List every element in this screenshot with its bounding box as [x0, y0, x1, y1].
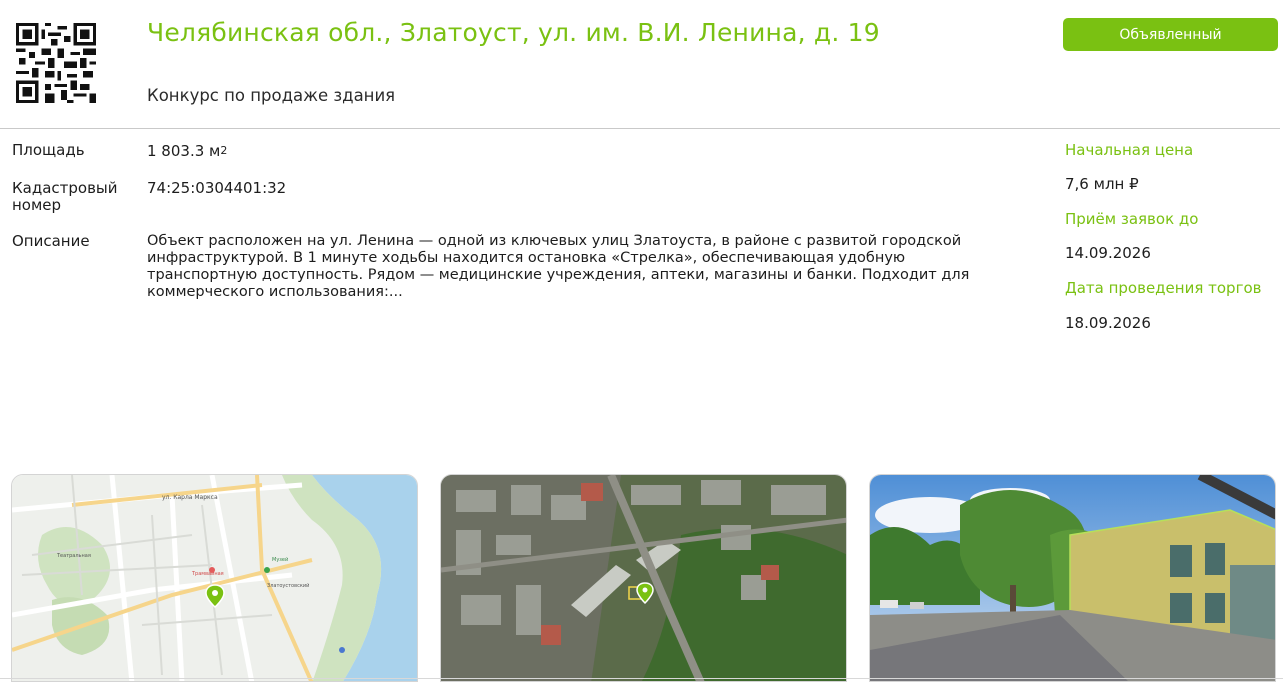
auction-date-label: Дата проведения торгов: [1065, 279, 1262, 297]
start-price-value: 7,6 млн ₽: [1065, 175, 1139, 193]
qr-code-icon: [16, 23, 96, 103]
area-unit-superscript: 2: [220, 144, 228, 157]
area-value: 1 803.3 м2: [147, 142, 227, 160]
status-button[interactable]: Объявленный: [1063, 18, 1278, 51]
map-poi-label-3: Трамвайная: [191, 570, 224, 577]
map-poi-label: Музей: [272, 556, 288, 563]
gallery-map-image[interactable]: ул. Карла Маркса Театральная Музей Злато…: [11, 474, 418, 682]
cadastral-value: 74:25:0304401:32: [147, 179, 287, 197]
applications-deadline-label: Приём заявок до: [1065, 210, 1199, 228]
auction-date-value: 18.09.2026: [1065, 314, 1151, 332]
divider: [0, 128, 1280, 129]
description-label: Описание: [12, 232, 90, 250]
cadastral-label: Кадастровый номер: [12, 179, 118, 214]
map-park-label: Театральная: [56, 553, 91, 559]
gallery-street-photo[interactable]: [869, 474, 1276, 682]
area-label: Площадь: [12, 141, 85, 159]
applications-deadline-value: 14.09.2026: [1065, 244, 1151, 262]
page-title: Челябинская обл., Златоуст, ул. им. В.И.…: [147, 18, 880, 47]
area-number: 1 803.3 м: [147, 142, 221, 160]
gallery-satellite-image[interactable]: [440, 474, 847, 682]
map-poi-label-2: Златоустовский: [267, 582, 309, 589]
map-street-label: ул. Карла Маркса: [162, 494, 218, 501]
description-text: Объект расположен на ул. Ленина — одной …: [147, 233, 970, 300]
start-price-label: Начальная цена: [1065, 141, 1194, 159]
lot-type: Конкурс по продаже здания: [147, 86, 396, 105]
bottom-divider: [0, 678, 1283, 679]
